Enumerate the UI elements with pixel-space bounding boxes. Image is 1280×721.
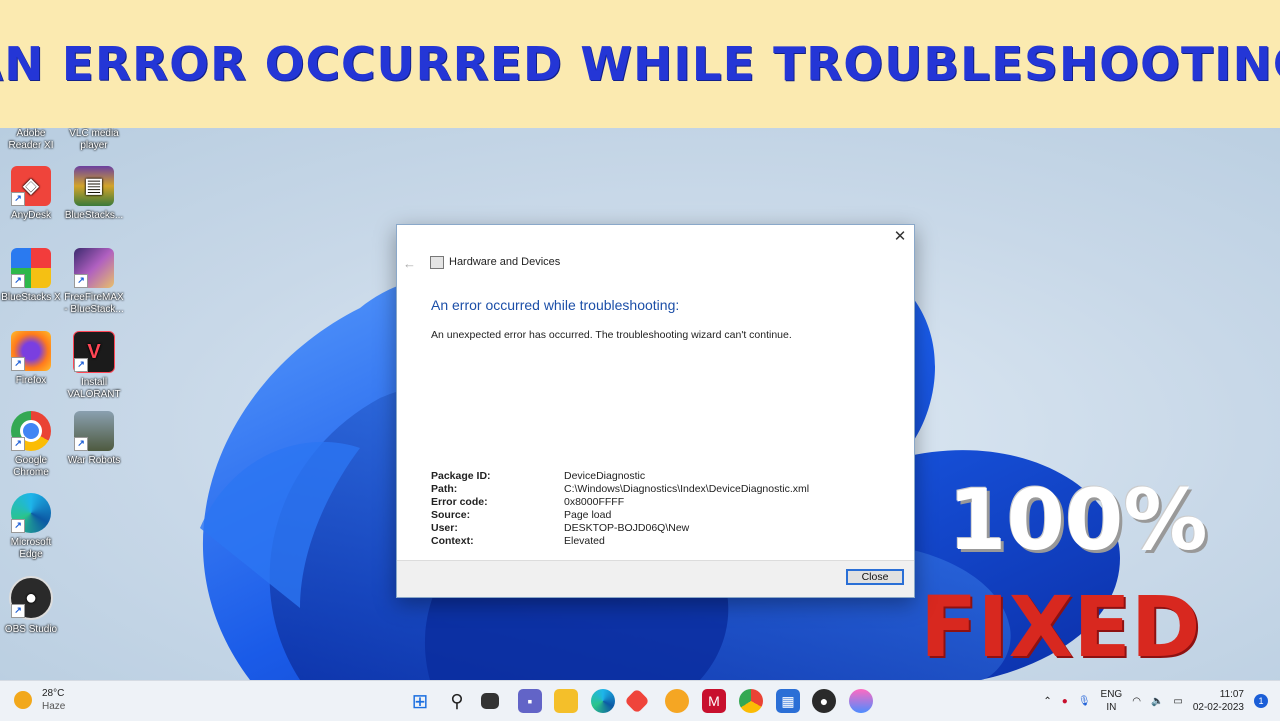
bluestacks-x-icon: ↗ bbox=[11, 248, 51, 288]
desktop-icon-label: BlueStacks... bbox=[64, 210, 124, 221]
notification-badge[interactable]: 1 bbox=[1254, 694, 1268, 708]
banner-title: AN ERROR OCCURRED WHILE TROUBLESHOOTING bbox=[0, 37, 1280, 91]
close-icon[interactable]: ✕ bbox=[892, 229, 908, 245]
desktop-icon-label: Microsoft Edge bbox=[10, 537, 52, 560]
security-icon[interactable]: ● bbox=[1062, 696, 1068, 707]
microphone-icon[interactable]: 🎙 bbox=[1078, 696, 1091, 707]
desktop-icon-vlc[interactable]: VLC media player bbox=[63, 128, 125, 152]
troubleshooter-dialog: ✕ ← Hardware and Devices An error occurr… bbox=[396, 224, 915, 598]
detail-key: Context: bbox=[431, 535, 474, 547]
desktop-icon-chrome[interactable]: ↗ Google Chrome bbox=[0, 411, 62, 479]
weather-temp: 28°C bbox=[42, 688, 65, 699]
detail-row: Source: Page load bbox=[431, 509, 809, 522]
python-icon[interactable] bbox=[665, 689, 689, 713]
anydesk-icon: ◈ ↗ bbox=[11, 166, 51, 206]
detail-key: Source: bbox=[431, 509, 471, 521]
detail-value: Elevated bbox=[564, 535, 605, 547]
obs-taskbar-icon[interactable]: ● bbox=[812, 689, 836, 713]
desktop-icon-war-robots[interactable]: ↗ War Robots bbox=[63, 411, 125, 467]
anydesk-taskbar-icon[interactable] bbox=[624, 688, 650, 714]
dialog-title: Hardware and Devices bbox=[449, 256, 561, 268]
clock-date: 02-02-2023 bbox=[1192, 702, 1244, 713]
desktop-icon-bluestacks-installer[interactable]: ▤ BlueStacks... bbox=[63, 166, 125, 222]
desktop-icon-adobe-reader[interactable]: Adobe Reader XI bbox=[0, 128, 62, 152]
valorant-icon: V ↗ bbox=[73, 331, 115, 373]
wifi-icon[interactable]: ◠ bbox=[1132, 696, 1141, 707]
search-icon[interactable]: ⚲ bbox=[445, 689, 469, 713]
error-details: Package ID: DeviceDiagnostic Path: C:\Wi… bbox=[431, 470, 809, 548]
mcafee-icon[interactable]: M bbox=[702, 689, 726, 713]
firefox-icon: ↗ bbox=[11, 331, 51, 371]
haze-icon bbox=[14, 691, 32, 709]
desktop-icon-label: FreeFireMAX - BlueStack... bbox=[64, 292, 124, 315]
language-indicator[interactable]: ENG IN bbox=[1101, 688, 1123, 714]
desktop-icons: Adobe Reader XI VLC media player ◈ ↗ AnyD… bbox=[0, 128, 140, 680]
weather-desc: Haze bbox=[42, 701, 66, 712]
desktop-icon-label: VLC media player bbox=[69, 128, 119, 151]
promo-fixed-text: FIXED bbox=[920, 578, 1201, 676]
detail-row: Path: C:\Windows\Diagnostics\Index\Devic… bbox=[431, 483, 809, 496]
detail-value: DeviceDiagnostic bbox=[564, 470, 646, 482]
desktop-icon-label: BlueStacks X bbox=[1, 292, 61, 303]
detail-value: DESKTOP-BOJD06Q\New bbox=[564, 522, 690, 534]
desktop-icon-label: Adobe Reader XI bbox=[8, 128, 54, 151]
desktop-icon-firefox[interactable]: ↗ Firefox bbox=[0, 331, 62, 387]
weather-widget[interactable]: 28°C Haze bbox=[14, 687, 65, 713]
chat-icon[interactable]: ▪ bbox=[518, 689, 542, 713]
desktop-icon-label: Firefox bbox=[15, 375, 47, 386]
lang-top: ENG bbox=[1100, 689, 1123, 700]
detail-key: Package ID: bbox=[431, 470, 491, 482]
clock-time: 11:07 bbox=[1219, 689, 1244, 700]
edge-taskbar-icon[interactable] bbox=[591, 689, 615, 713]
lang-bottom: IN bbox=[1106, 702, 1117, 713]
winrar-icon: ▤ bbox=[74, 166, 114, 206]
detail-row: Error code: 0x8000FFFF bbox=[431, 496, 809, 509]
desktop-icon-edge[interactable]: ↗ Microsoft Edge bbox=[0, 493, 62, 561]
desktop-icon-label: Google Chrome bbox=[13, 455, 49, 478]
detail-row: User: DESKTOP-BOJD06Q\New bbox=[431, 522, 809, 535]
obs-icon: ● ↗ bbox=[9, 576, 53, 620]
troubleshooter-icon bbox=[430, 256, 444, 269]
chrome-taskbar-icon[interactable] bbox=[739, 689, 763, 713]
desktop-icon-label: AnyDesk bbox=[10, 210, 51, 221]
task-view-icon[interactable] bbox=[481, 693, 499, 709]
desktop-icon-label: War Robots bbox=[67, 455, 121, 466]
taskbar: 28°C Haze ⊞ ⚲ ▪ M ▦ ● ⌃ ● 🎙 ENG IN ◠ 🔈 ▭… bbox=[0, 680, 1280, 721]
detail-value: 0x8000FFFF bbox=[564, 496, 625, 508]
detail-value: Page load bbox=[564, 509, 612, 521]
dialog-footer: Close bbox=[397, 560, 914, 597]
close-button[interactable]: Close bbox=[846, 569, 904, 585]
war-robots-icon: ↗ bbox=[74, 411, 114, 451]
desktop-icon-valorant[interactable]: V ↗ Install VALORANT bbox=[63, 331, 125, 401]
error-heading: An error occurred while troubleshooting: bbox=[431, 297, 680, 313]
detail-row: Context: Elevated bbox=[431, 535, 809, 548]
back-arrow-icon[interactable]: ← bbox=[403, 256, 416, 271]
edge-icon: ↗ bbox=[11, 493, 51, 533]
desktop-icon-freefiremax[interactable]: ↗ FreeFireMAX - BlueStack... bbox=[63, 248, 125, 316]
detail-key: User: bbox=[431, 522, 458, 534]
chrome-icon: ↗ bbox=[11, 411, 51, 451]
battery-icon[interactable]: ▭ bbox=[1173, 696, 1182, 707]
desktop-icon-bluestacks-x[interactable]: ↗ BlueStacks X bbox=[0, 248, 62, 304]
file-explorer-icon[interactable] bbox=[554, 689, 578, 713]
desktop-icon-anydesk[interactable]: ◈ ↗ AnyDesk bbox=[0, 166, 62, 222]
desktop-icon-obs[interactable]: ● ↗ OBS Studio bbox=[0, 576, 62, 636]
desktop-icon-label: Install VALORANT bbox=[67, 377, 121, 400]
system-tray: ⌃ ● 🎙 ENG IN ◠ 🔈 ▭ 11:07 02-02-2023 1 bbox=[1033, 685, 1268, 717]
detail-key: Path: bbox=[431, 483, 458, 495]
chevron-up-icon[interactable]: ⌃ bbox=[1043, 696, 1051, 707]
paint-icon[interactable] bbox=[849, 689, 873, 713]
clock[interactable]: 11:07 02-02-2023 bbox=[1193, 688, 1244, 714]
detail-row: Package ID: DeviceDiagnostic bbox=[431, 470, 809, 483]
title-banner: AN ERROR OCCURRED WHILE TROUBLESHOOTING bbox=[0, 0, 1280, 128]
desktop-icon-label: OBS Studio bbox=[4, 624, 58, 635]
detail-value: C:\Windows\Diagnostics\Index\DeviceDiagn… bbox=[564, 483, 810, 495]
freefire-icon: ↗ bbox=[74, 248, 114, 288]
promo-percent-text: 100% bbox=[948, 471, 1208, 569]
volume-icon[interactable]: 🔈 bbox=[1151, 696, 1163, 707]
start-icon[interactable]: ⊞ bbox=[408, 689, 432, 713]
store-icon[interactable]: ▦ bbox=[776, 689, 800, 713]
detail-key: Error code: bbox=[431, 496, 488, 508]
error-message: An unexpected error has occurred. The tr… bbox=[431, 329, 792, 341]
